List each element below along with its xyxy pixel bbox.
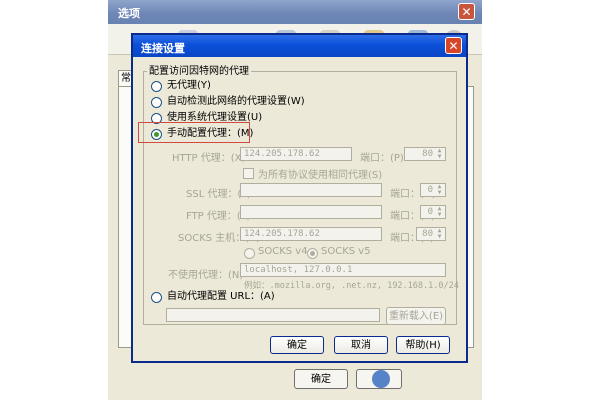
socks-port-stepper[interactable]: 80 ▲ ▼ — [416, 227, 446, 241]
watermark-logo-icon — [372, 370, 390, 388]
stepper-arrows-icon[interactable]: ▲ ▼ — [435, 206, 444, 218]
ftp-port-value: 0 — [427, 207, 433, 217]
http-proxy-label: HTTP 代理：(X) — [172, 153, 246, 164]
ssl-port-value: 0 — [427, 185, 433, 195]
radio-auto-detect-label: 自动检测此网络的代理设置(W) — [167, 96, 305, 107]
radio-no-proxy-label: 无代理(Y) — [167, 80, 211, 91]
no-proxy-for-input[interactable]: localhost, 127.0.0.1 — [240, 263, 446, 277]
ssl-proxy-input[interactable] — [240, 183, 382, 197]
socks-v5-radio[interactable] — [307, 248, 318, 259]
manual-proxy-highlight — [138, 122, 250, 143]
http-port-value: 80 — [422, 149, 433, 159]
options-close-icon[interactable]: ✕ — [458, 3, 475, 20]
dialog-help-button[interactable]: 帮助(H) — [396, 336, 450, 354]
socks-v4-radio[interactable] — [244, 248, 255, 259]
socks-v5-label: SOCKS v5 — [321, 246, 371, 257]
options-ok-button[interactable]: 确定 — [294, 369, 348, 389]
same-proxy-checkbox[interactable] — [243, 168, 254, 179]
ftp-port-stepper[interactable]: 0 ▲ ▼ — [420, 205, 446, 219]
radio-auto-url-icon[interactable] — [151, 292, 162, 303]
no-proxy-for-label: 不使用代理：(N) — [168, 270, 244, 281]
http-proxy-input[interactable]: 124.205.178.62 — [240, 147, 352, 161]
no-proxy-example: 例如：.mozilla.org, .net.nz, 192.168.1.0/24 — [244, 281, 459, 291]
options-title: 选项 — [118, 7, 140, 20]
socks-port-value: 80 — [422, 229, 433, 239]
stepper-arrows-icon[interactable]: ▲ ▼ — [435, 184, 444, 196]
stepper-arrows-icon[interactable]: ▲ ▼ — [435, 228, 444, 240]
stepper-arrows-icon[interactable]: ▲ ▼ — [435, 148, 444, 160]
socks-v5-dot — [310, 251, 315, 256]
proxy-group-label: 配置访问因特网的代理 — [147, 62, 251, 77]
radio-auto-url-label: 自动代理配置 URL：(A) — [167, 291, 275, 302]
radio-no-proxy-icon[interactable] — [151, 81, 162, 92]
radio-auto-detect-icon[interactable] — [151, 97, 162, 108]
reload-button[interactable]: 重新载入(E) — [386, 307, 446, 325]
socks-host-input[interactable]: 124.205.178.62 — [240, 227, 382, 241]
socks-v4-label: SOCKS v4 — [258, 246, 308, 257]
dialog-close-icon[interactable]: ✕ — [445, 37, 462, 54]
dialog-title-bar: 连接设置 ✕ — [133, 35, 466, 57]
dialog-ok-button[interactable]: 确定 — [270, 336, 324, 354]
http-port-stepper[interactable]: 80 ▲ ▼ — [404, 147, 446, 161]
auto-url-input[interactable] — [166, 308, 380, 322]
dialog-cancel-button[interactable]: 取消 — [334, 336, 388, 354]
ssl-port-stepper[interactable]: 0 ▲ ▼ — [420, 183, 446, 197]
options-title-bar: 选项 ✕ — [108, 0, 482, 24]
watermark — [372, 366, 486, 392]
same-proxy-label: 为所有协议使用相同代理(S) — [258, 170, 383, 181]
http-port-label: 端口：(P) — [360, 153, 404, 164]
ftp-proxy-input[interactable] — [240, 205, 382, 219]
dialog-title: 连接设置 — [141, 42, 185, 55]
